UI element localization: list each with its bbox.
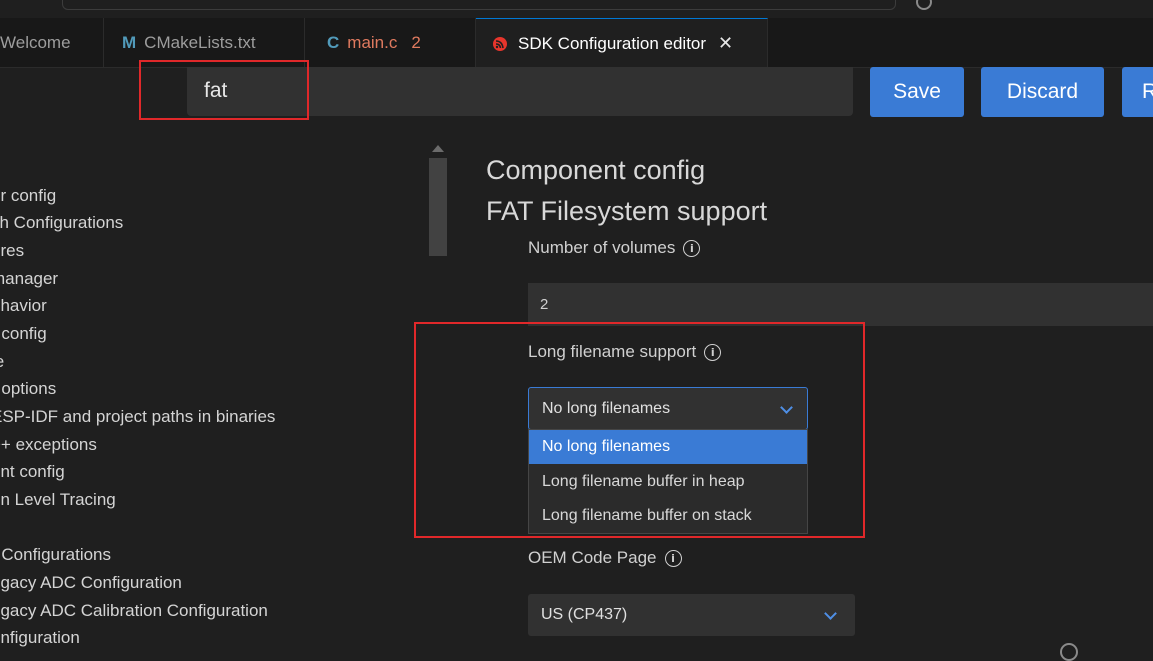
info-icon[interactable]: i	[683, 240, 700, 257]
lfn-select[interactable]: No long filenames	[528, 387, 808, 430]
cmake-file-icon: M	[122, 33, 136, 53]
oem-label: OEM Code Page i	[528, 548, 682, 568]
title-bar	[0, 0, 1153, 18]
sidebar-item[interactable]: on Level Tracing	[0, 490, 116, 510]
search-input[interactable]: fat	[187, 67, 853, 116]
oem-selected-value: US (CP437)	[541, 606, 627, 624]
account-icon[interactable]	[916, 0, 932, 10]
sidebar-item[interactable]: le	[0, 352, 4, 372]
espressif-icon	[492, 36, 508, 52]
search-input-value: fat	[204, 79, 227, 103]
chevron-down-icon	[780, 401, 793, 414]
sidebar-item[interactable]: manager	[0, 269, 58, 289]
tab-label: CMakeLists.txt	[144, 33, 255, 53]
sidebar-item[interactable]: er config	[0, 186, 56, 206]
chevron-down-icon	[824, 607, 837, 620]
sidebar-item[interactable]: r config	[0, 324, 47, 344]
info-icon[interactable]: i	[704, 344, 721, 361]
sidebar-item[interactable]: ehavior	[0, 296, 47, 316]
info-icon[interactable]: i	[665, 550, 682, 567]
sidebar-item[interactable]: egacy ADC Configuration	[0, 573, 182, 593]
save-button[interactable]: Save	[870, 67, 964, 117]
section-heading: Component config	[486, 155, 705, 186]
volumes-value: 2	[540, 296, 548, 313]
sidebar-item[interactable]: ESP-IDF and project paths in binaries	[0, 407, 275, 427]
tab-label: main.c	[347, 33, 397, 53]
sidebar-item[interactable]: sh Configurations	[0, 213, 123, 233]
sidebar-item[interactable]: ++ exceptions	[0, 435, 97, 455]
tab-label: SDK Configuration editor	[518, 34, 706, 54]
oem-select[interactable]: US (CP437)	[528, 594, 855, 636]
problems-badge: 2	[411, 33, 420, 53]
subsection-heading: FAT Filesystem support	[486, 196, 767, 227]
scrollbar-thumb[interactable]	[429, 158, 447, 256]
sidebar-item[interactable]: egacy ADC Calibration Configuration	[0, 601, 268, 621]
tab-main-c[interactable]: C main.c 2	[305, 18, 476, 67]
tab-label: Welcome	[0, 33, 71, 53]
lfn-label: Long filename support i	[528, 342, 721, 362]
discard-button[interactable]: Discard	[981, 67, 1104, 117]
command-center[interactable]	[62, 0, 896, 10]
tab-sdk-config-editor[interactable]: SDK Configuration editor ✕	[476, 18, 768, 68]
close-icon[interactable]: ✕	[718, 33, 733, 54]
sidebar-item[interactable]: ures	[0, 241, 24, 261]
volumes-label: Number of volumes i	[528, 238, 700, 258]
tab-cmakelists[interactable]: M CMakeLists.txt	[104, 18, 305, 67]
lfn-label-text: Long filename support	[528, 342, 696, 362]
sidebar-item[interactable]: onfiguration	[0, 628, 80, 648]
settings-icon[interactable]	[1060, 643, 1078, 661]
reset-button[interactable]: R	[1122, 67, 1153, 117]
volumes-label-text: Number of volumes	[528, 238, 675, 258]
volumes-input[interactable]: 2	[528, 283, 1153, 326]
c-file-icon: C	[327, 33, 339, 53]
sidebar-item[interactable]: r Configurations	[0, 545, 111, 565]
sidebar-item[interactable]: r options	[0, 379, 56, 399]
oem-label-text: OEM Code Page	[528, 548, 657, 568]
dropdown-option[interactable]: Long filename buffer on stack	[529, 499, 807, 533]
lfn-selected-value: No long filenames	[542, 400, 670, 418]
sidebar-item[interactable]: ent config	[0, 462, 65, 482]
scroll-up-arrow[interactable]	[432, 145, 444, 152]
lfn-dropdown-list: No long filenames Long filename buffer i…	[528, 429, 808, 534]
editor-tab-bar: Welcome M CMakeLists.txt C main.c 2 SDK …	[0, 18, 1153, 68]
dropdown-option[interactable]: No long filenames	[529, 430, 807, 464]
tab-welcome[interactable]: Welcome	[0, 18, 104, 67]
dropdown-option[interactable]: Long filename buffer in heap	[529, 465, 807, 499]
